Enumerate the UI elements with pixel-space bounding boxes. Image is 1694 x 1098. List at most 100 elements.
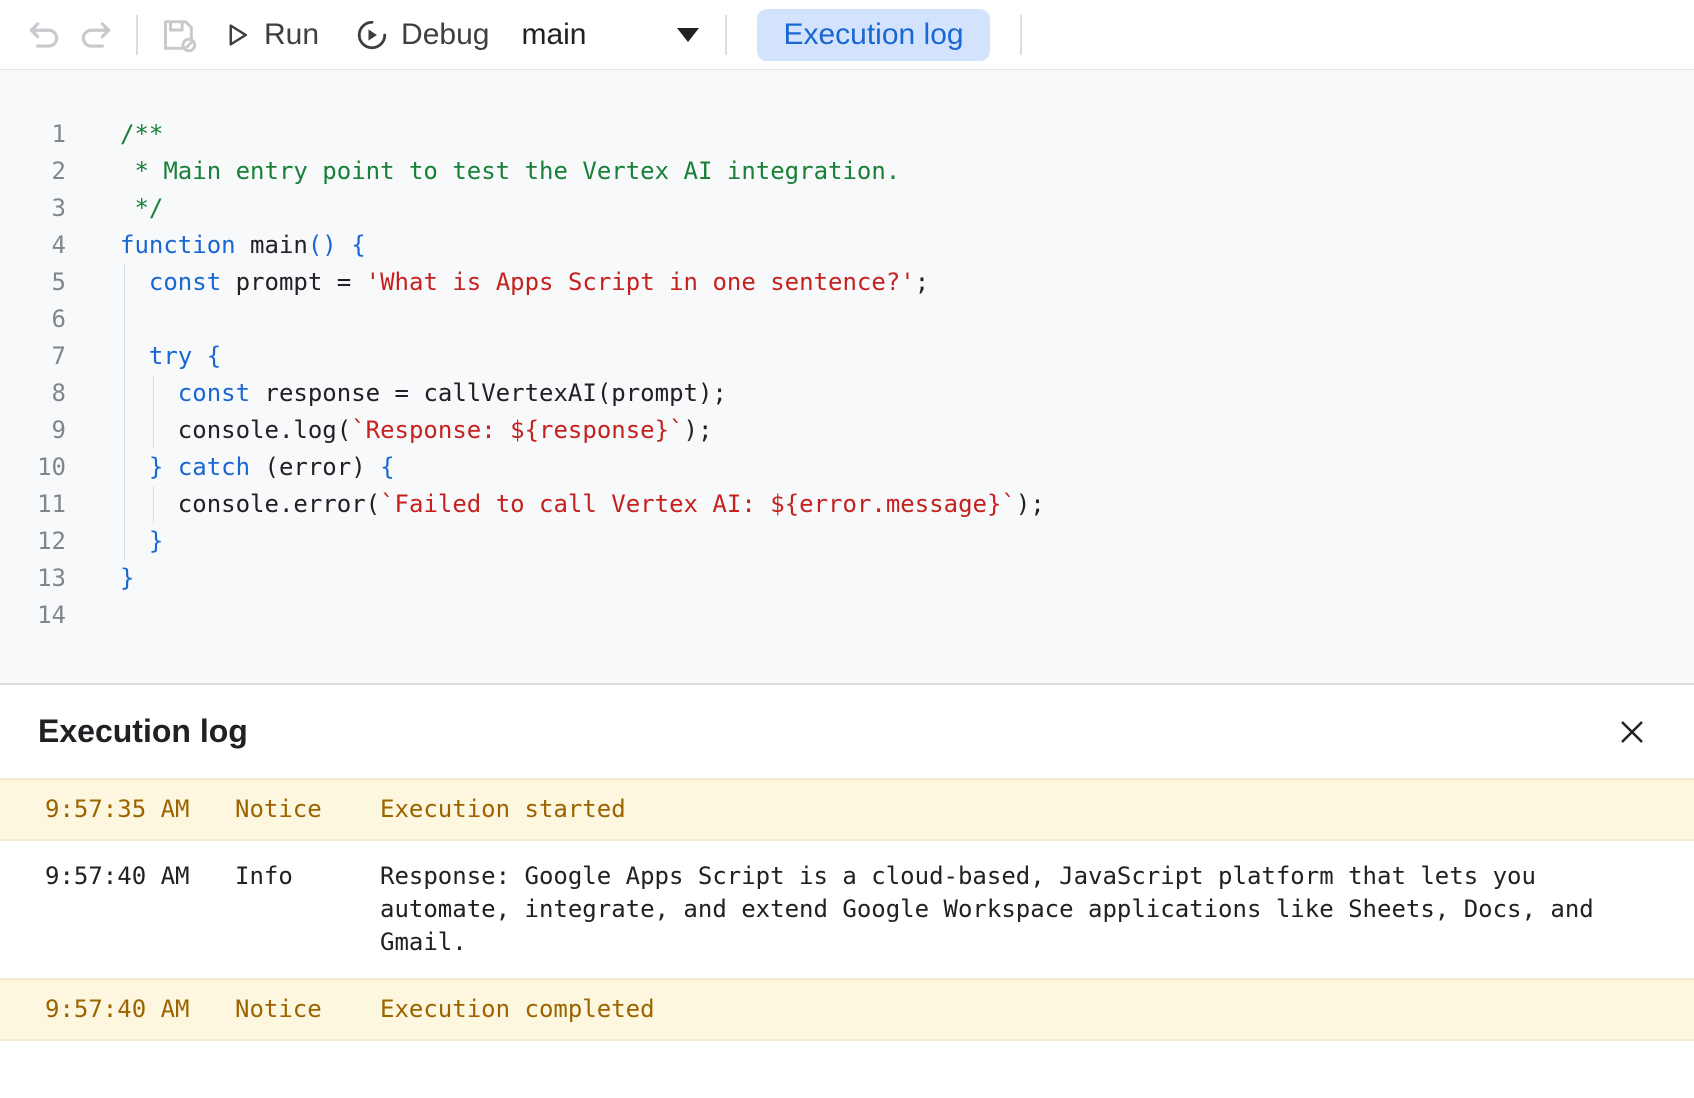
indent-guide	[153, 375, 154, 412]
code-lines: 1/**2 * Main entry point to test the Ver…	[0, 116, 1694, 634]
indent-guide	[124, 264, 125, 301]
toolbar-divider	[136, 15, 138, 55]
code-line-content: console.log(`Response: ${response}`);	[66, 412, 1694, 449]
function-dropdown-value: main	[521, 18, 586, 52]
toolbar-divider	[725, 15, 727, 55]
code-token	[163, 453, 177, 481]
code-line[interactable]: 2 * Main entry point to test the Vertex …	[0, 153, 1694, 190]
code-token	[337, 231, 351, 259]
undo-icon	[25, 16, 63, 54]
code-line[interactable]: 3 */	[0, 190, 1694, 227]
line-number: 3	[0, 190, 66, 227]
line-number: 4	[0, 227, 66, 264]
code-line[interactable]: 5 const prompt = 'What is Apps Script in…	[0, 264, 1694, 301]
code-line-content: console.error(`Failed to call Vertex AI:…	[66, 486, 1694, 523]
code-line-content: function main() {	[66, 227, 1694, 264]
code-line-content	[66, 597, 1694, 634]
indent-guide	[153, 486, 154, 523]
code-token: }	[149, 453, 163, 481]
execution-log-button[interactable]: Execution log	[757, 9, 989, 61]
code-token: function	[120, 231, 236, 259]
debug-button[interactable]: Debug	[355, 18, 489, 52]
log-entry-type: Notice	[235, 793, 380, 826]
code-token: console.log(	[120, 416, 351, 444]
code-token: );	[684, 416, 713, 444]
code-editor[interactable]: 1/**2 * Main entry point to test the Ver…	[0, 70, 1694, 683]
code-line[interactable]: 8 const response = callVertexAI(prompt);	[0, 375, 1694, 412]
line-number: 10	[0, 449, 66, 486]
code-token: * Main entry point to test the Vertex AI…	[120, 157, 900, 185]
log-entry-message: Response: Google Apps Script is a cloud-…	[380, 860, 1605, 959]
code-line[interactable]: 1/**	[0, 116, 1694, 153]
code-line[interactable]: 6	[0, 301, 1694, 338]
line-number: 7	[0, 338, 66, 375]
code-token: {	[351, 231, 365, 259]
code-line-content: */	[66, 190, 1694, 227]
indent-guide	[124, 338, 125, 375]
code-token: {	[207, 342, 221, 370]
code-token: const	[149, 268, 221, 296]
log-entry-message: Execution completed	[380, 993, 1605, 1026]
code-token: (error)	[250, 453, 380, 481]
code-token: */	[120, 194, 163, 222]
code-line[interactable]: 10 } catch (error) {	[0, 449, 1694, 486]
log-entry-type: Notice	[235, 993, 380, 1026]
code-line-content	[66, 301, 1694, 338]
line-number: 13	[0, 560, 66, 597]
code-line-content: } catch (error) {	[66, 449, 1694, 486]
run-icon	[222, 20, 252, 50]
line-number: 5	[0, 264, 66, 301]
line-number: 1	[0, 116, 66, 153]
log-entry: 9:57:35 AMNoticeExecution started	[0, 778, 1694, 841]
code-line[interactable]: 4function main() {	[0, 227, 1694, 264]
code-token: console.error(	[120, 490, 380, 518]
line-number: 2	[0, 153, 66, 190]
redo-button[interactable]	[70, 9, 122, 61]
code-line-content: try {	[66, 338, 1694, 375]
function-dropdown[interactable]: main	[521, 18, 699, 52]
code-line-content: }	[66, 560, 1694, 597]
code-line[interactable]: 12 }	[0, 523, 1694, 560]
code-line-content: * Main entry point to test the Vertex AI…	[66, 153, 1694, 190]
log-entry-type: Info	[235, 860, 380, 893]
undo-button[interactable]	[18, 9, 70, 61]
code-line-content: /**	[66, 116, 1694, 153]
line-number: 14	[0, 597, 66, 634]
close-icon	[1615, 715, 1649, 749]
log-entry: 9:57:40 AMInfoResponse: Google Apps Scri…	[0, 841, 1694, 978]
code-line[interactable]: 11 console.error(`Failed to call Vertex …	[0, 486, 1694, 523]
log-entry: 9:57:40 AMNoticeExecution completed	[0, 978, 1694, 1041]
code-token: prompt =	[221, 268, 366, 296]
code-token	[192, 342, 206, 370]
indent-guide	[124, 449, 125, 486]
log-entries: 9:57:35 AMNoticeExecution started9:57:40…	[0, 778, 1694, 1041]
toolbar-divider	[1020, 15, 1022, 55]
code-token: 'What is Apps Script in one sentence?'	[366, 268, 915, 296]
code-token: }	[120, 564, 134, 592]
code-token: {	[380, 453, 394, 481]
code-line-content: }	[66, 523, 1694, 560]
code-line[interactable]: 7 try {	[0, 338, 1694, 375]
code-token: `Failed to call Vertex AI: ${error.messa…	[380, 490, 1016, 518]
code-token: const	[178, 379, 250, 407]
line-number: 11	[0, 486, 66, 523]
indent-guide	[124, 412, 125, 449]
run-button[interactable]: Run	[222, 18, 319, 52]
code-line-content: const prompt = 'What is Apps Script in o…	[66, 264, 1694, 301]
code-token: try	[149, 342, 192, 370]
code-token: response = callVertexAI(prompt);	[250, 379, 727, 407]
debug-label: Debug	[401, 18, 489, 52]
log-entry-time: 9:57:40 AM	[0, 860, 235, 893]
toolbar: Run Debug main Execution log	[0, 0, 1694, 70]
code-token	[120, 379, 178, 407]
code-line-content: const response = callVertexAI(prompt);	[66, 375, 1694, 412]
code-token: main	[236, 231, 308, 259]
close-button[interactable]	[1608, 708, 1656, 756]
code-line[interactable]: 9 console.log(`Response: ${response}`);	[0, 412, 1694, 449]
redo-icon	[77, 16, 115, 54]
code-token: ()	[308, 231, 337, 259]
code-line[interactable]: 14	[0, 597, 1694, 634]
save-project-button[interactable]	[152, 9, 204, 61]
save-project-icon	[158, 15, 198, 55]
code-line[interactable]: 13}	[0, 560, 1694, 597]
